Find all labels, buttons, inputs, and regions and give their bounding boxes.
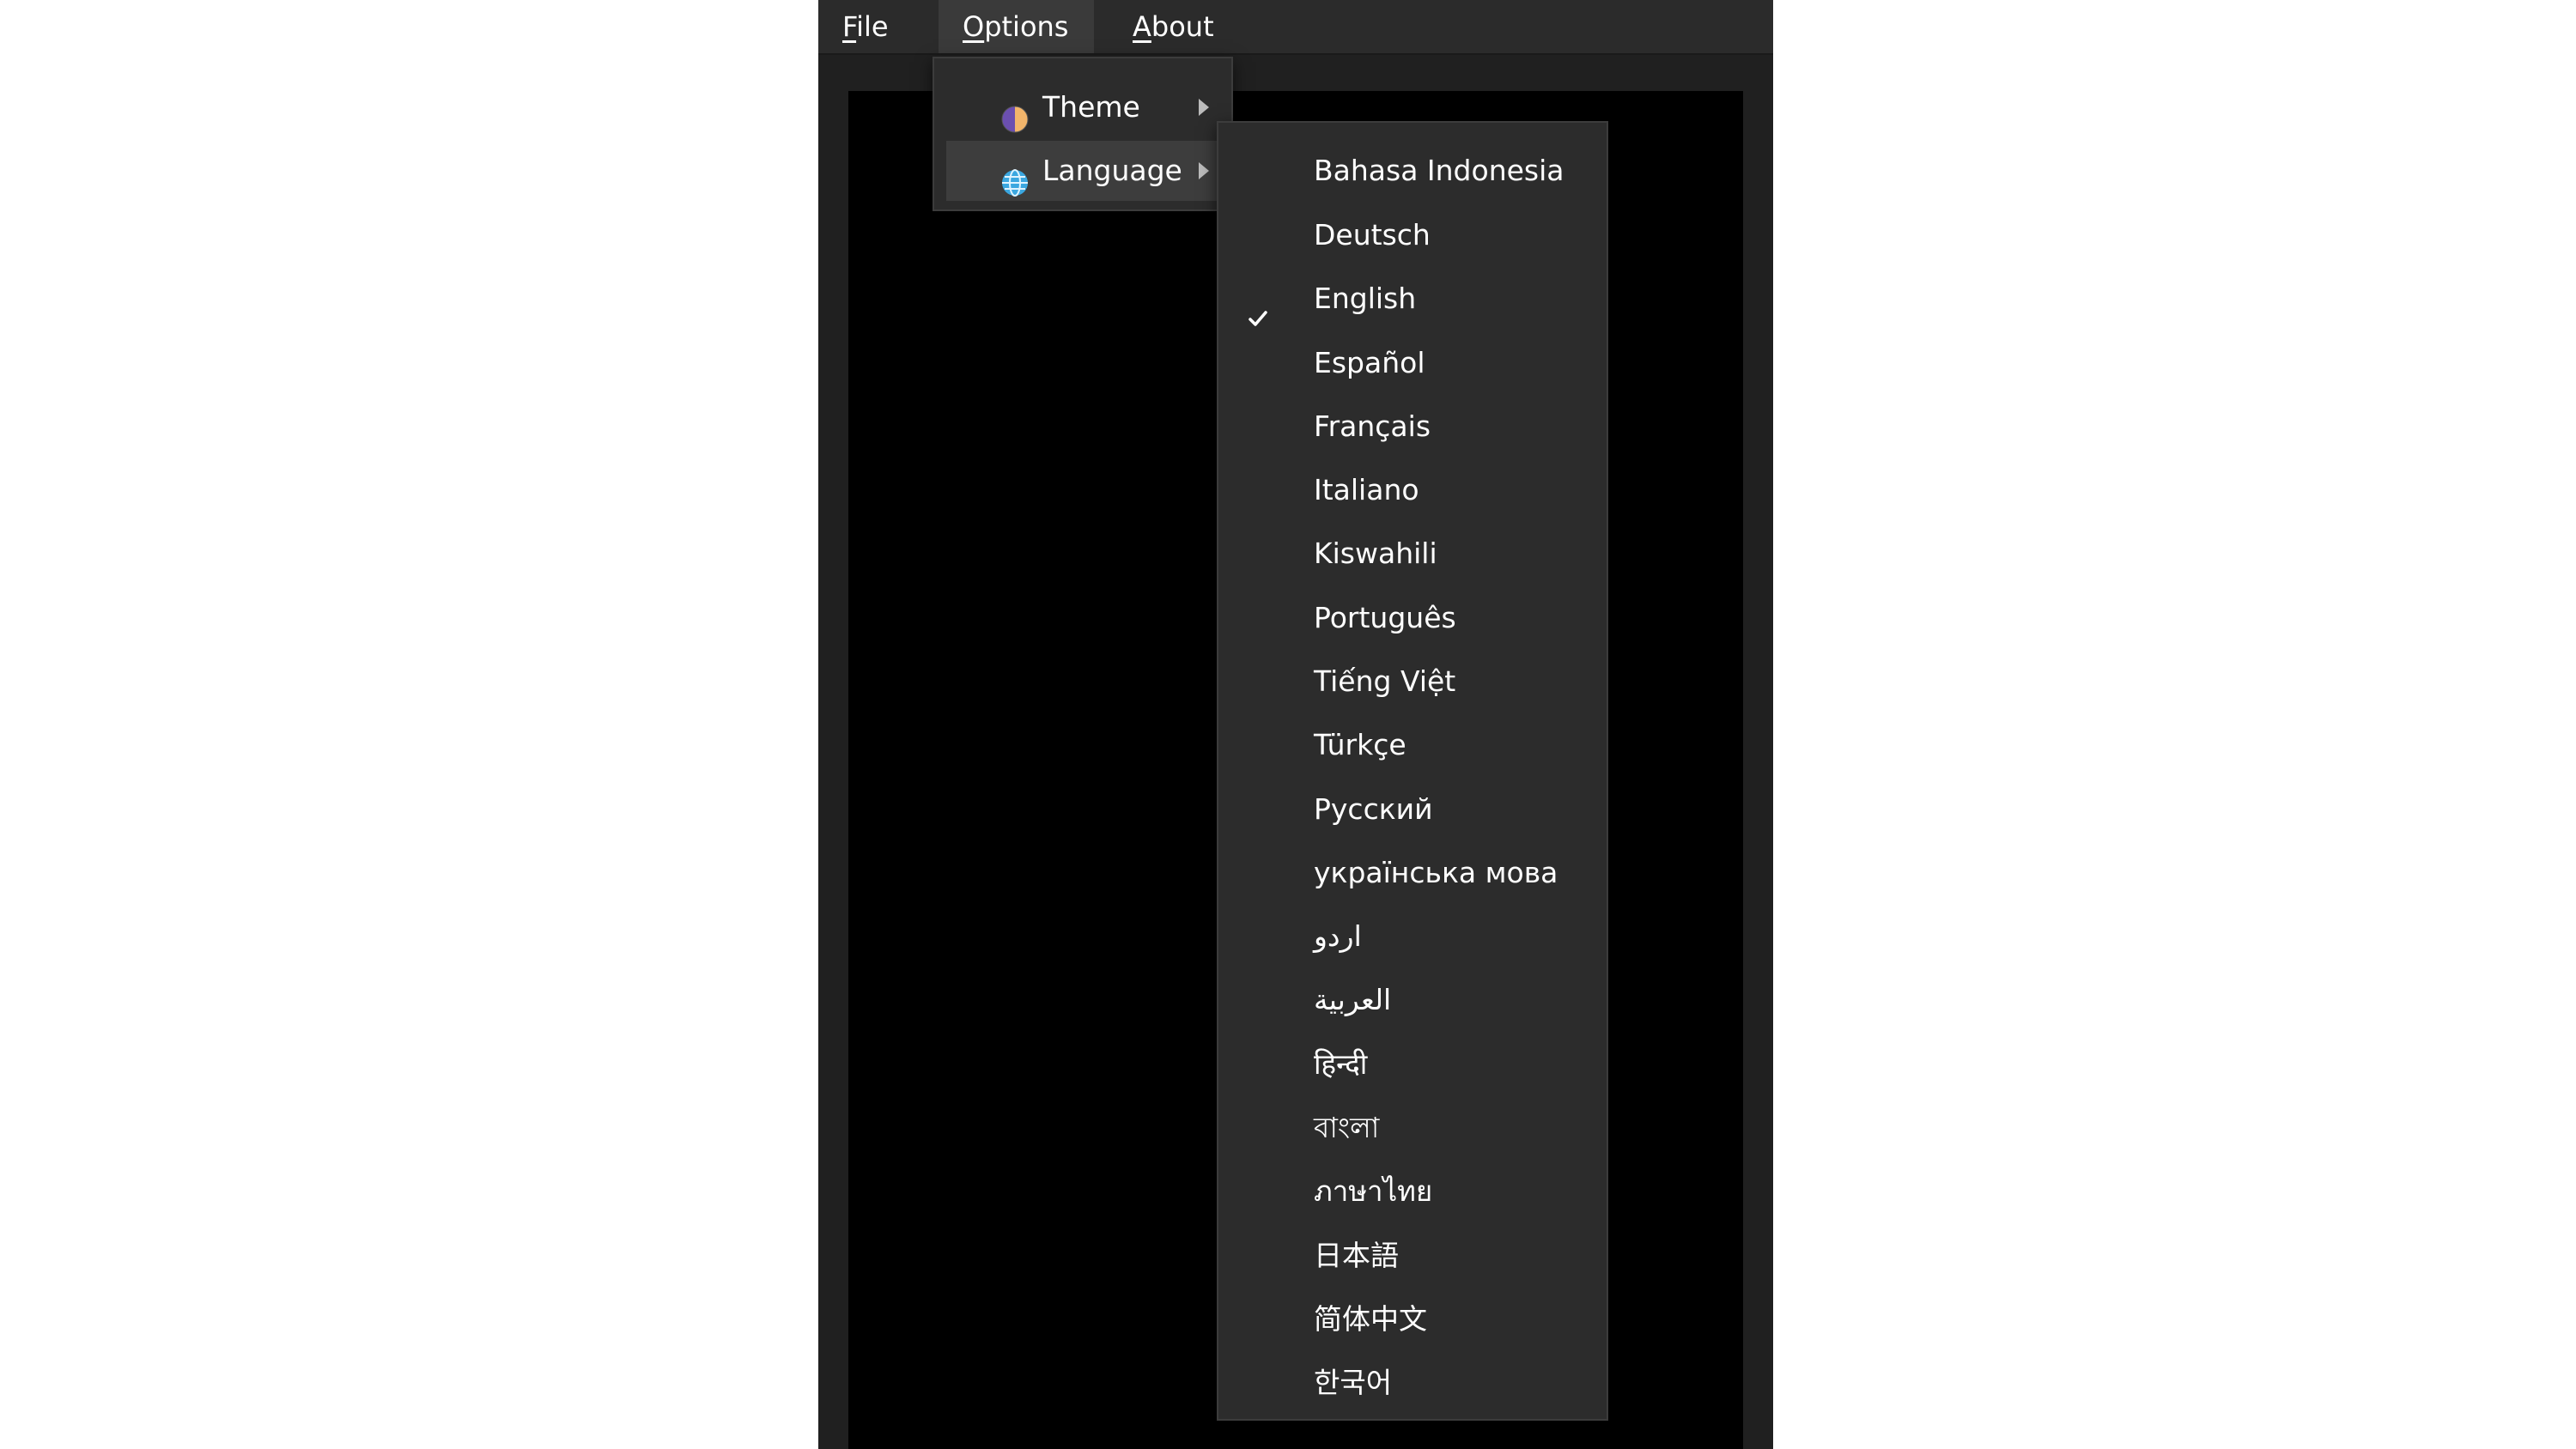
submenu-arrow-icon (1199, 99, 1209, 116)
menu-item-language-label: Language (1042, 154, 1182, 187)
menu-options[interactable]: Options (939, 0, 1094, 53)
language-item[interactable]: Kiswahili (1227, 523, 1598, 585)
menu-item-language[interactable]: Language (946, 141, 1219, 201)
language-item[interactable]: Türkçe (1227, 714, 1598, 776)
language-label: 日本語 (1314, 1239, 1399, 1272)
language-item[interactable]: ภาษาไทย (1227, 1161, 1598, 1222)
language-item[interactable]: বাংলা (1227, 1097, 1598, 1159)
language-label: English (1314, 282, 1417, 315)
menu-file-mnemonic: F (842, 10, 857, 43)
checkmark-icon (1248, 288, 1268, 326)
language-item[interactable]: Français (1227, 396, 1598, 458)
menu-options-mnemonic: O (963, 10, 985, 43)
language-label: Kiswahili (1314, 537, 1437, 570)
language-label: हिन्दी (1314, 1047, 1368, 1081)
language-item[interactable]: Tiếng Việt (1227, 651, 1598, 712)
menu-about[interactable]: About (1109, 0, 1246, 53)
language-label: Deutsch (1314, 218, 1431, 252)
language-label: Français (1314, 409, 1431, 443)
language-item[interactable]: العربية (1227, 969, 1598, 1031)
theme-icon (1001, 94, 1029, 133)
language-item[interactable]: 日本語 (1227, 1225, 1598, 1287)
language-item[interactable]: Bahasa Indonesia (1227, 140, 1598, 202)
menu-options-label: ptions (984, 10, 1069, 43)
language-label: Italiano (1314, 473, 1419, 506)
language-label: Bahasa Indonesia (1314, 154, 1564, 187)
menu-item-theme-label: Theme (1042, 90, 1140, 124)
language-item[interactable]: українська мова (1227, 842, 1598, 904)
language-label: Português (1314, 601, 1456, 634)
language-label: 简体中文 (1314, 1302, 1427, 1336)
menu-about-mnemonic: A (1133, 10, 1151, 43)
menu-item-theme[interactable]: Theme (946, 77, 1219, 137)
language-label: 한국어 (1314, 1366, 1393, 1399)
language-item[interactable]: Português (1227, 587, 1598, 649)
menu-file-label: ile (856, 10, 889, 43)
screen: File Options About Theme Language Bahasa… (0, 0, 2576, 1449)
menu-file[interactable]: File (818, 0, 939, 53)
language-label: العربية (1314, 983, 1392, 1016)
language-item[interactable]: हिन्दी (1227, 1034, 1598, 1095)
globe-icon (1001, 157, 1029, 197)
language-item[interactable]: 简体中文 (1227, 1288, 1598, 1350)
language-item[interactable]: Italiano (1227, 459, 1598, 521)
language-item-selected[interactable]: English (1227, 268, 1598, 330)
language-item[interactable]: Deutsch (1227, 204, 1598, 266)
language-label: Русский (1314, 792, 1433, 826)
language-submenu: Bahasa Indonesia Deutsch English Español… (1217, 121, 1608, 1421)
language-item[interactable]: Русский (1227, 779, 1598, 840)
language-label: اردو (1314, 919, 1362, 953)
language-label: українська мова (1314, 856, 1558, 889)
submenu-arrow-icon (1199, 162, 1209, 179)
language-item[interactable]: 한국어 (1227, 1352, 1598, 1414)
language-label: ภาษาไทย (1314, 1174, 1433, 1208)
menu-about-label: bout (1151, 10, 1214, 43)
language-item[interactable]: Español (1227, 332, 1598, 394)
language-label: বাংলা (1314, 1111, 1380, 1144)
language-label: Tiếng Việt (1314, 664, 1456, 698)
menubar: File Options About (818, 0, 1773, 55)
language-label: Türkçe (1314, 728, 1406, 761)
language-item[interactable]: اردو (1227, 906, 1598, 967)
language-label: Español (1314, 346, 1425, 379)
options-dropdown: Theme Language (933, 57, 1233, 211)
